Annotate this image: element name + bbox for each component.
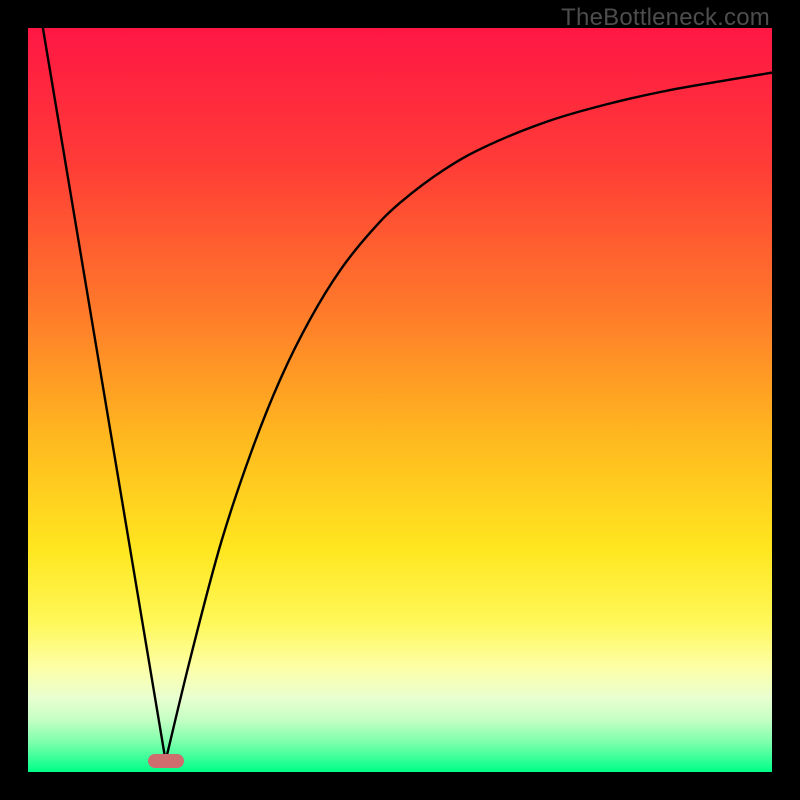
plot-area: [28, 28, 772, 772]
chart-frame: TheBottleneck.com: [0, 0, 800, 800]
watermark-text: TheBottleneck.com: [561, 4, 770, 32]
optimal-point-marker: [148, 754, 184, 768]
bottleneck-curve: [28, 28, 772, 772]
